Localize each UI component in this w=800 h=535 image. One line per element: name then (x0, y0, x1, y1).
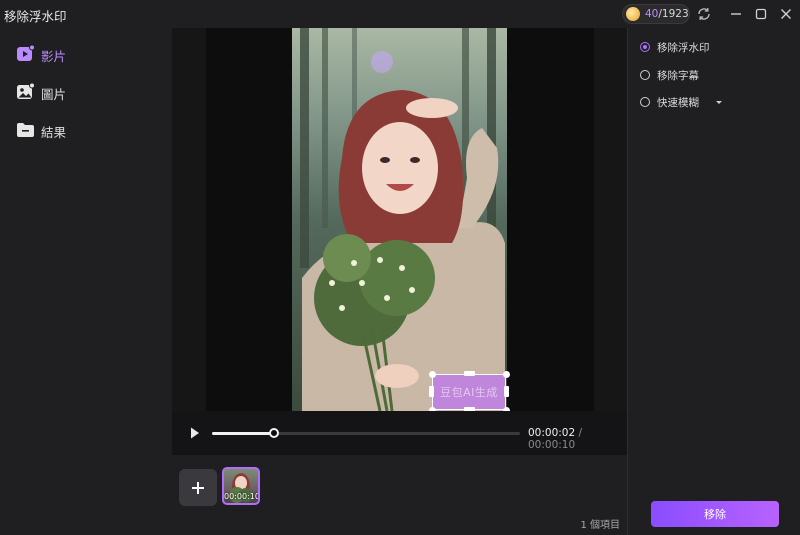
coin-icon (626, 7, 640, 21)
chevron-down-icon[interactable] (716, 101, 722, 104)
add-media-button[interactable] (179, 469, 217, 506)
folder-icon (16, 120, 35, 139)
minimize-icon[interactable] (727, 5, 745, 23)
watermark-selection-box[interactable]: 豆包AI生成 (432, 374, 506, 410)
sidebar-item-image[interactable]: 圖片 (16, 82, 156, 102)
sidebar-item-video[interactable]: 影片 (16, 44, 156, 64)
radio-icon[interactable] (640, 97, 650, 107)
video-frame-image (300, 28, 505, 411)
time-separator: / (575, 427, 583, 439)
resize-handle-top[interactable] (464, 371, 475, 376)
option-label: 移除字幕 (657, 70, 699, 82)
player-controls: 00:00:02 / 00:00:10 (172, 411, 627, 455)
close-icon[interactable] (777, 5, 795, 23)
option-remove-subtitles[interactable]: 移除字幕 (640, 68, 790, 84)
play-icon[interactable] (190, 427, 200, 439)
resize-handle-left[interactable] (429, 386, 434, 397)
duration: 00:00:10 (528, 439, 576, 451)
letterbox-left (172, 28, 206, 411)
credits-used: 40 (645, 8, 659, 20)
video-frame (292, 28, 507, 411)
credits-total: /1923 (658, 8, 689, 20)
resize-handle-right[interactable] (504, 386, 509, 397)
media-strip: 00:00:10 1 個項目 (172, 455, 627, 535)
sidebar-item-label: 結果 (41, 125, 67, 140)
remove-button[interactable]: 移除 (651, 501, 779, 527)
maximize-icon[interactable] (752, 5, 770, 23)
sidebar-item-label: 影片 (41, 49, 67, 64)
credits-count: 40/1923 (645, 8, 689, 20)
title-bar: 移除浮水印 40/1923 (0, 0, 800, 28)
video-icon (16, 44, 35, 63)
sidebar-item-label: 圖片 (41, 87, 67, 102)
thumbnail-duration: 00:00:10 (224, 492, 260, 501)
media-thumbnail[interactable]: 00:00:10 (222, 467, 260, 505)
plus-icon-vertical (197, 481, 199, 494)
seek-bar[interactable] (212, 428, 520, 438)
radio-icon[interactable] (640, 70, 650, 80)
seek-bar-progress (212, 432, 274, 435)
letterbox-right (594, 28, 627, 411)
current-time: 00:00:02 (528, 427, 576, 439)
option-remove-watermark[interactable]: 移除浮水印 (640, 40, 790, 56)
video-preview: 豆包AI生成 (172, 28, 627, 414)
watermark-text: 豆包AI生成 (440, 386, 498, 399)
option-label: 快速模糊 (657, 97, 699, 109)
item-count: 1 個項目 (580, 520, 620, 531)
time-readout: 00:00:02 / 00:00:10 (528, 427, 627, 451)
radio-selected-icon[interactable] (640, 42, 650, 52)
credits-badge[interactable]: 40/1923 (622, 4, 690, 24)
options-panel: 移除浮水印 移除字幕 快速模糊 移除 (627, 28, 800, 535)
sidebar-item-results[interactable]: 結果 (16, 120, 156, 140)
image-icon (16, 82, 35, 101)
seek-bar-handle[interactable] (268, 428, 279, 438)
option-quick-blur[interactable]: 快速模糊 (640, 95, 790, 111)
window-title: 移除浮水印 (4, 9, 67, 24)
option-label: 移除浮水印 (657, 42, 710, 54)
resize-handle-top-right[interactable] (503, 371, 510, 378)
sidebar: 影片 圖片 結果 (0, 28, 172, 535)
refresh-icon[interactable] (695, 5, 713, 23)
resize-handle-top-left[interactable] (429, 371, 436, 378)
